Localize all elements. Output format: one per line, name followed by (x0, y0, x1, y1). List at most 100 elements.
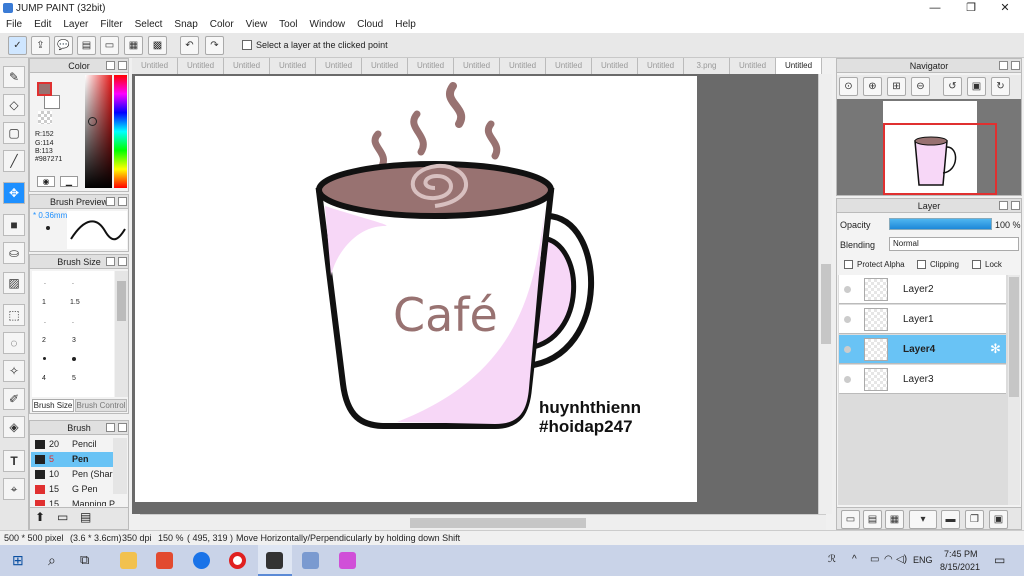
layer-row-layer3[interactable]: Layer3 (839, 365, 1006, 394)
menu-layer[interactable]: Layer (57, 17, 94, 33)
visibility-icon[interactable] (844, 346, 851, 353)
brush-size-grid[interactable]: . . 1 1.5 . . 2 3 4 5 (32, 271, 114, 397)
zoom-out-icon[interactable]: ⊖ (911, 77, 930, 96)
panel-float-icon[interactable] (106, 257, 115, 266)
menu-snap[interactable]: Snap (168, 17, 203, 33)
menu-select[interactable]: Select (129, 17, 169, 33)
jump-paint-icon[interactable] (266, 552, 283, 569)
canvas-horizontal-scrollbar[interactable] (140, 514, 826, 530)
network-icon[interactable]: ◠ (884, 554, 893, 565)
layer-dropdown-icon[interactable]: ▾ (909, 510, 937, 529)
text-tool-icon[interactable]: T (3, 450, 25, 472)
tab-document[interactable]: Untitled (132, 58, 178, 74)
rect-select-tool-icon[interactable]: ⬚ (3, 304, 25, 326)
panel-float-icon[interactable] (999, 201, 1008, 210)
drawing-canvas[interactable]: Café huynhthienn #hoidap247 (135, 76, 697, 502)
bucket-tool-icon[interactable]: ⛀ (3, 242, 25, 264)
brush-size-scrollbar[interactable] (115, 271, 128, 397)
tab-document[interactable]: Untitled (500, 58, 546, 74)
tab-document[interactable]: Untitled (362, 58, 408, 74)
visibility-icon[interactable] (844, 286, 851, 293)
photo-app-icon[interactable] (339, 552, 356, 569)
zoom-fit-icon[interactable]: ⊙ (839, 77, 858, 96)
gradient-tool-icon[interactable]: ▨ (3, 272, 25, 294)
new-brush-icon[interactable]: ▭ (57, 510, 68, 524)
undo-icon[interactable]: ↶ (180, 36, 199, 55)
brush-download-icon[interactable]: ⬆ (35, 510, 45, 524)
paint-app-icon[interactable] (302, 552, 319, 569)
panel-close-icon[interactable] (118, 257, 127, 266)
comment-icon[interactable]: 💬 (54, 36, 73, 55)
tab-document[interactable]: Untitled (178, 58, 224, 74)
input-language[interactable]: ENG (913, 555, 933, 565)
menu-tool[interactable]: Tool (273, 17, 303, 33)
rotate-right-icon[interactable]: ↻ (991, 77, 1010, 96)
brush-item-pen-sharp[interactable]: 10 Pen (Shar (31, 467, 126, 482)
menu-color[interactable]: Color (204, 17, 240, 33)
clock-date[interactable]: 8/15/2021 (940, 562, 980, 572)
select-layer-checkbox[interactable] (242, 40, 252, 50)
battery-icon[interactable]: ▭ (870, 554, 879, 565)
eraser-tool-icon[interactable]: ◇ (3, 94, 25, 116)
menu-cloud[interactable]: Cloud (351, 17, 389, 33)
brush-item-pen[interactable]: 5 Pen ✻ (31, 452, 126, 467)
flip-icon[interactable]: ▣ (967, 77, 986, 96)
visibility-icon[interactable] (844, 376, 851, 383)
line-tool-icon[interactable]: ╱ (3, 150, 25, 172)
brush-item-pencil[interactable]: 20 Pencil (31, 437, 126, 452)
panel-close-icon[interactable] (1011, 61, 1020, 70)
new-8bit-layer-icon[interactable]: ▦ (885, 510, 904, 529)
tab-document-active[interactable]: Untitled (776, 58, 822, 74)
scroll-thumb[interactable] (410, 518, 586, 528)
layout-icon[interactable]: ▦ (124, 36, 143, 55)
panel-close-icon[interactable] (118, 61, 127, 70)
brush-list-scrollbar[interactable] (113, 438, 127, 494)
opacity-slider[interactable] (889, 218, 992, 230)
page-icon[interactable]: ▭ (100, 36, 119, 55)
maximize-button[interactable]: ❐ (954, 0, 988, 17)
clipping-checkbox[interactable] (917, 260, 926, 269)
tab-document[interactable]: Untitled (546, 58, 592, 74)
windows-start-icon[interactable]: ⊞ (12, 552, 24, 569)
primary-color-swatch[interactable] (37, 82, 52, 96)
layer-row-layer1[interactable]: Layer1 (839, 305, 1006, 334)
opera-icon[interactable] (229, 552, 246, 569)
taskbar-active-app[interactable] (258, 545, 292, 576)
panel-close-icon[interactable] (118, 423, 127, 432)
protect-alpha-checkbox[interactable] (844, 260, 853, 269)
lasso-tool-icon[interactable]: ◌ (3, 332, 25, 354)
eyedropper-tool-icon[interactable]: ⌖ (3, 478, 25, 500)
file-explorer-icon[interactable] (120, 552, 137, 569)
scroll-thumb[interactable] (117, 281, 126, 321)
menu-window[interactable]: Window (304, 17, 352, 33)
brush-item-mapping[interactable]: 15 Mapping P (31, 497, 126, 506)
color-mode-icon[interactable]: ◉ (37, 176, 55, 187)
volume-icon[interactable]: ◁) (896, 554, 907, 565)
tab-document[interactable]: Untitled (316, 58, 362, 74)
zoom-actual-icon[interactable]: ⊞ (887, 77, 906, 96)
menu-edit[interactable]: Edit (28, 17, 57, 33)
new-folder-icon[interactable]: ▬ (941, 510, 960, 529)
secondary-color-swatch[interactable] (44, 95, 60, 109)
office-icon[interactable] (156, 552, 173, 569)
navigator-viewport-frame[interactable] (883, 123, 997, 195)
color-menu-icon[interactable]: ▁ (60, 176, 78, 187)
brush-item-g-pen[interactable]: 15 G Pen (31, 482, 126, 497)
close-button[interactable]: ✕ (988, 0, 1022, 17)
zoom-in-icon[interactable]: ⊕ (863, 77, 882, 96)
hue-slider[interactable] (114, 75, 127, 188)
menu-view[interactable]: View (240, 17, 274, 33)
panel-float-icon[interactable] (106, 61, 115, 70)
layer-row-layer2[interactable]: Layer2 (839, 275, 1006, 304)
panel-float-icon[interactable] (999, 61, 1008, 70)
canvas-vertical-scrollbar[interactable] (818, 74, 832, 514)
tab-brush-size[interactable]: Brush Size (32, 399, 74, 412)
export-icon[interactable]: ⇪ (31, 36, 50, 55)
clock-time[interactable]: 7:45 PM (944, 549, 978, 559)
select-rect-tool-icon[interactable]: ▢ (3, 122, 25, 144)
tab-document[interactable]: Untitled (408, 58, 454, 74)
redo-icon[interactable]: ↷ (205, 36, 224, 55)
tab-brush-control[interactable]: Brush Control (75, 399, 127, 412)
cloud-check-icon[interactable]: ✓ (8, 36, 27, 55)
saturation-value-picker[interactable] (85, 75, 112, 188)
